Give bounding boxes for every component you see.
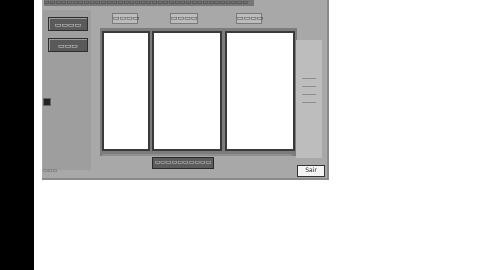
- column-header-2: ▭▭▭▭: [170, 13, 198, 24]
- window-icon: [43, 98, 51, 106]
- sidebar-panel: [43, 10, 91, 170]
- exit-button[interactable]: Sair: [297, 165, 325, 177]
- screen-left-edge: [0, 0, 34, 270]
- scroll-line-3: [302, 94, 316, 95]
- sidebar-button-1[interactable]: ▭▭▭▭: [48, 17, 88, 31]
- window-title: ▭▭▭▭▭▭▭▭▭▭▭▭▭▭▭▭▭▭▭▭▭▭▭▭▭▭▭▭▭▭▭▭▭▭▭▭: [44, 0, 254, 6]
- list-panel-3[interactable]: [225, 31, 295, 151]
- column-header-3: ▭▭▭▭: [236, 13, 264, 24]
- column-header-1: ▭▭▭▭: [112, 13, 140, 24]
- side-scroll-area[interactable]: [296, 40, 322, 158]
- list-panel-2[interactable]: [152, 31, 222, 151]
- panel-divider: [102, 154, 292, 156]
- list-panel-1[interactable]: [102, 31, 150, 151]
- scroll-line-1: [302, 78, 316, 79]
- scroll-line-4: [302, 102, 316, 103]
- action-button[interactable]: ▭▭▭▭▭▭▭▭▭▭: [152, 157, 214, 169]
- scroll-line-2: [302, 86, 316, 87]
- status-text: ▭▭▭: [43, 168, 58, 174]
- sidebar-button-2[interactable]: ▭▭▭: [48, 38, 88, 52]
